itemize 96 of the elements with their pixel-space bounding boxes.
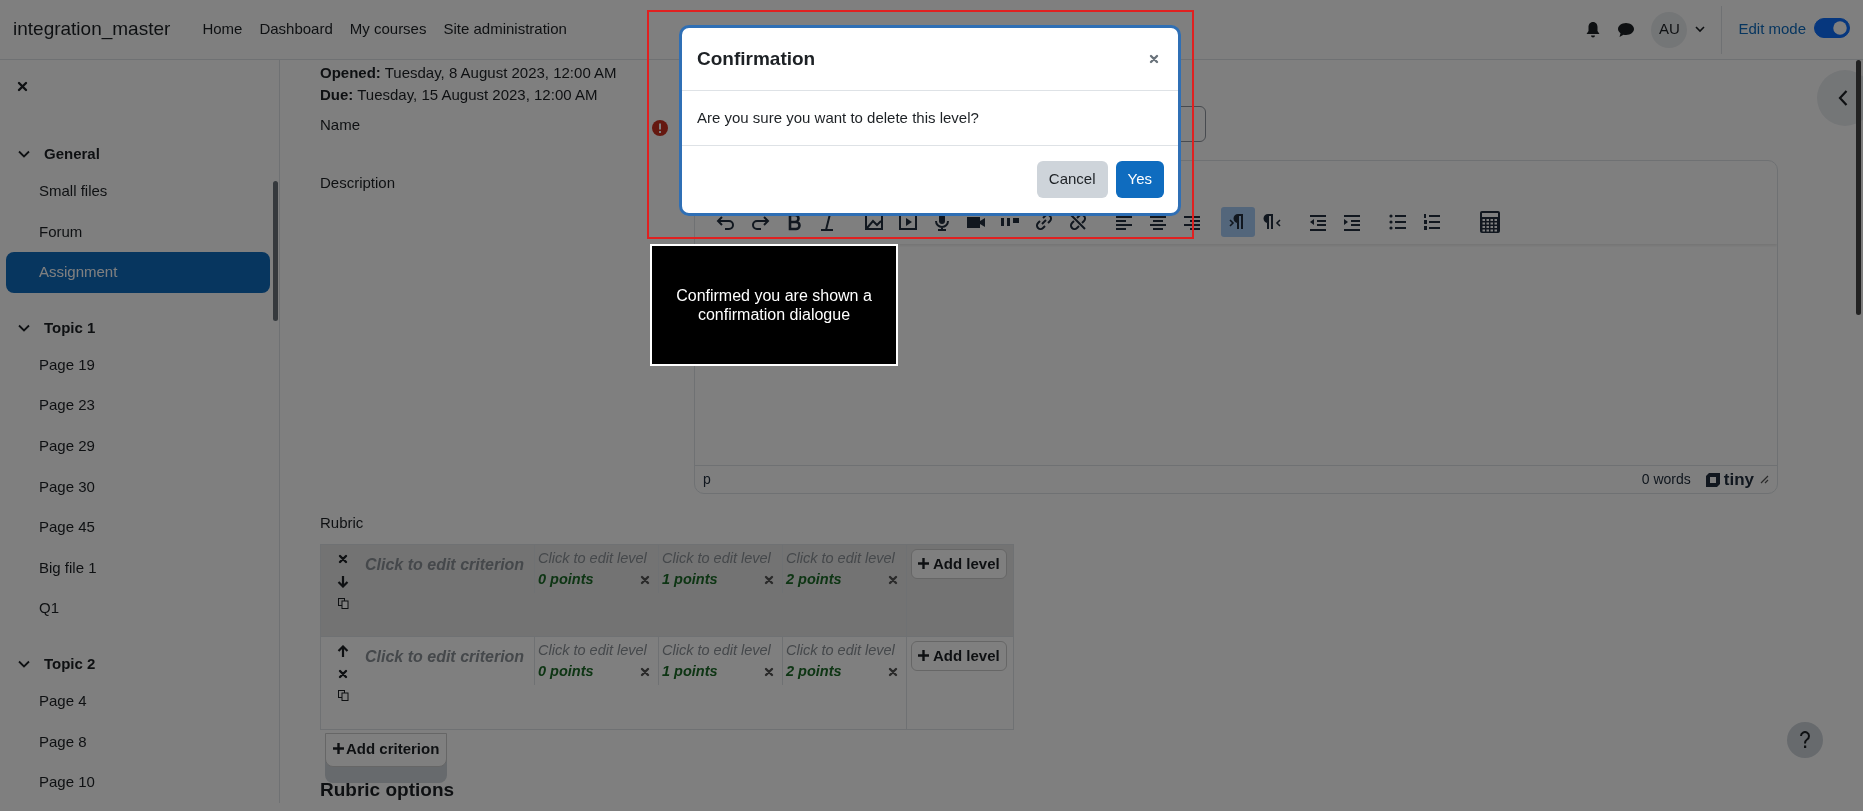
delete-button[interactable] [337,552,349,565]
close-drawing [16,80,29,93]
level-points[interactable]: 1 points [662,569,718,591]
resize-handle-icon [1760,475,1769,484]
dialog-title: Confirmation [697,47,816,71]
chevron-icon[interactable] [18,659,30,668]
arrow-down-icon [337,574,349,588]
question-mark-icon [1799,730,1811,749]
delete-icon [337,667,349,680]
cancel-button[interactable]: Cancel [1036,161,1108,198]
user-avatar[interactable]: AU [1651,11,1688,48]
delete-icon [887,666,899,679]
delete-icon [639,666,651,679]
chevron-down-icon [18,150,30,158]
chevron-down-icon [18,659,30,668]
delete-level-button[interactable] [763,574,775,587]
sidebar-item[interactable]: Page 19 [6,344,270,386]
duplicate-icon [337,689,349,701]
pilcrow-icon [1262,211,1282,232]
drawer-toggle[interactable] [1817,70,1863,126]
chevron-down-icon [18,323,30,332]
sidebar-item[interactable]: Page 30 [6,466,270,508]
sidebar-item[interactable]: Big file 1 [6,547,270,589]
sidebar-item[interactable]: Page 45 [6,507,270,548]
sidebar-item[interactable]: Page 8 [6,721,270,763]
chevron-left-icon [1838,90,1848,106]
delete-level-button[interactable] [639,666,651,679]
messages-icon[interactable] [1617,21,1636,38]
chevron-icon[interactable] [18,323,30,332]
sidebar-item[interactable]: Page 10 [6,762,270,803]
delete-icon [887,574,899,587]
section-title[interactable]: Topic 2 [44,652,96,676]
section-title[interactable]: Topic 1 [44,316,96,340]
sidebar-item[interactable]: Small files [6,171,270,212]
sidebar-item[interactable]: Assignment [6,252,270,293]
sidebar-item[interactable]: Page 23 [6,385,270,426]
logo-icon [1704,471,1721,488]
scrollbar[interactable] [273,181,278,321]
numbered-list-icon [1422,211,1442,232]
plus-icon [333,743,344,755]
dialog-message: Are you sure you want to delete this level? [697,107,979,128]
sidebar-item[interactable]: Page 4 [6,680,270,722]
delete-icon [639,574,651,587]
level-points[interactable]: 2 points [786,661,842,683]
nav-link[interactable]: Dashboard [259,18,333,41]
field-label: Name [320,116,360,133]
delete-icon [763,574,775,587]
move-button[interactable] [337,644,349,658]
level-points[interactable]: 2 points [786,569,842,591]
close-icon [1148,53,1160,65]
field-label: Description [320,174,396,191]
edit-mode-label: Edit mode [1738,19,1806,40]
delete-button[interactable] [337,667,349,680]
add-level-button[interactable]: Add level [911,548,1007,579]
bell-icon [1585,20,1602,39]
plus-icon [918,650,929,662]
nav-link[interactable]: Home [202,18,243,41]
sidebar-item[interactable]: Page 29 [6,425,270,467]
sidebar-item[interactable]: Forum [6,211,270,253]
duplicate-button[interactable] [337,689,349,701]
word-count[interactable]: 0 words [1641,469,1691,490]
delete-icon [763,666,775,679]
nav-link[interactable]: My courses [349,18,427,41]
add-level-button[interactable]: Add level [911,640,1007,671]
nav-link[interactable]: Site administration [443,18,567,41]
section-title[interactable]: General [44,142,100,166]
level-points[interactable]: 0 points [538,569,594,591]
scrollbar[interactable] [1856,60,1861,315]
notifications-icon[interactable] [1585,20,1602,39]
level-points[interactable]: 0 points [538,661,594,683]
speech-bubble-icon [1617,21,1636,38]
plus-icon [918,558,929,570]
tiny-logo[interactable]: tiny [1704,466,1754,493]
help-button[interactable] [1787,721,1823,758]
delete-level-button[interactable] [763,666,775,679]
close-icon[interactable] [16,80,29,93]
site-name[interactable]: integration_master [13,15,171,44]
calculator-icon [1479,210,1501,233]
sidebar-item[interactable]: Q1 [6,588,270,629]
delete-icon [337,552,349,565]
chevron-icon[interactable] [18,150,30,158]
move-button[interactable] [337,574,349,588]
date-line: Due: Tuesday, 15 August 2023, 12:00 AM [320,85,598,105]
delete-level-button[interactable] [887,666,899,679]
duplicate-button[interactable] [337,597,349,609]
date-line: Opened: Tuesday, 8 August 2023, 12:00 AM [320,63,617,83]
element-path[interactable]: p [703,469,711,490]
level-points[interactable]: 1 points [662,661,718,683]
arrow-up-icon [337,644,349,658]
delete-level-button[interactable] [639,574,651,587]
edit-mode-switch[interactable] [1814,17,1850,38]
delete-level-button[interactable] [887,574,899,587]
field-label: Rubric [320,513,365,533]
duplicate-icon [337,597,349,609]
confirm-button[interactable]: Yes [1115,161,1164,198]
section-heading: Rubric options [320,779,456,801]
